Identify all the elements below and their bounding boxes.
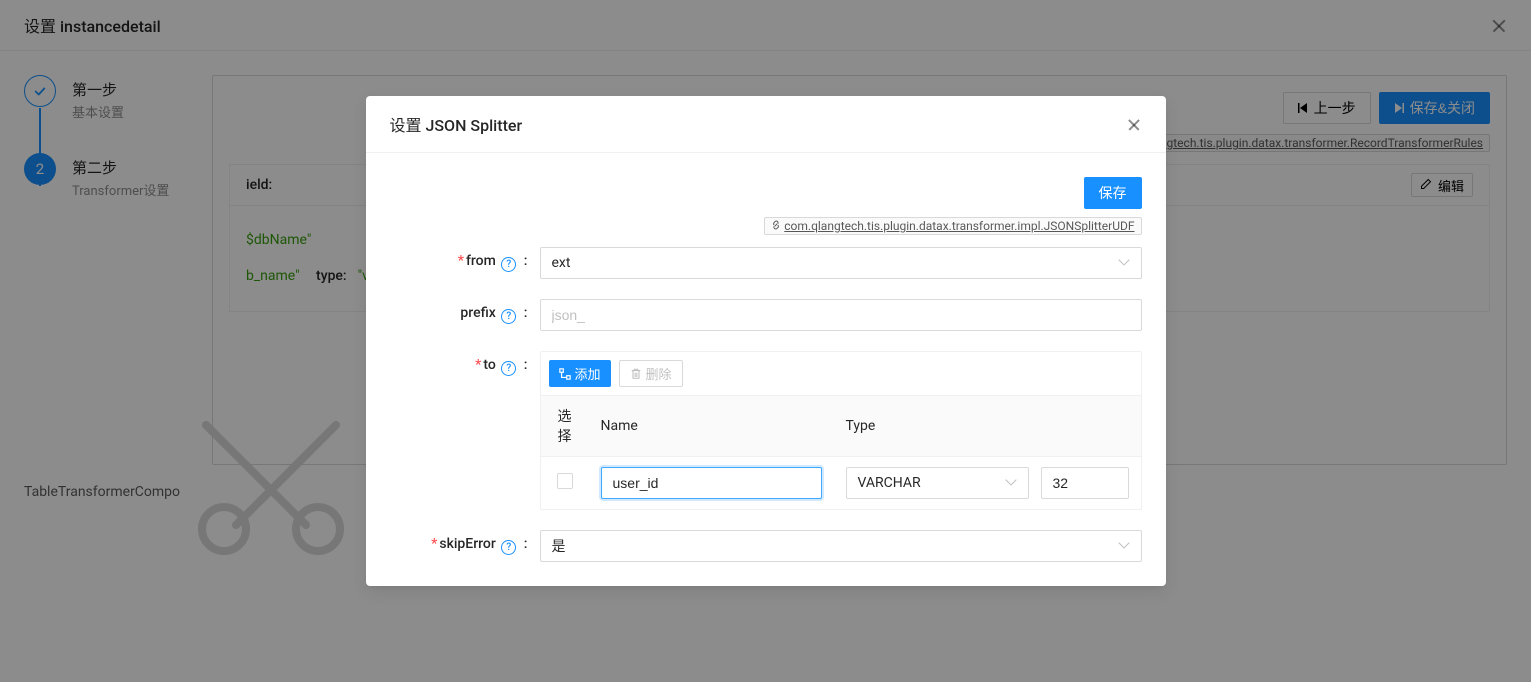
from-select[interactable]: ext xyxy=(540,247,1142,279)
delete-button[interactable]: 删除 xyxy=(619,360,683,387)
type-select[interactable]: VARCHAR xyxy=(846,467,1029,499)
chevron-down-icon xyxy=(1120,258,1130,268)
prefix-label: prefix ? : xyxy=(390,299,540,324)
row-checkbox[interactable] xyxy=(557,473,573,489)
prefix-input[interactable] xyxy=(540,299,1142,331)
class-link[interactable]: com.qlangtech.tis.plugin.datax.transform… xyxy=(764,217,1141,235)
col-type: Type xyxy=(834,396,1141,457)
to-table: 选择 Name Type xyxy=(541,395,1141,509)
save-button[interactable]: 保存 xyxy=(1084,177,1142,209)
col-select: 选择 xyxy=(541,396,589,457)
help-icon[interactable]: ? xyxy=(501,540,516,555)
chevron-down-icon xyxy=(1120,541,1130,551)
name-input[interactable] xyxy=(601,467,822,499)
to-label: *to ? : xyxy=(390,351,540,376)
help-icon[interactable]: ? xyxy=(501,309,516,324)
skiperror-label: *skipError ? : xyxy=(390,530,540,555)
size-input[interactable] xyxy=(1041,467,1129,499)
modal-title: 设置 JSON Splitter xyxy=(390,112,523,136)
help-icon[interactable]: ? xyxy=(501,257,516,272)
subnode-icon xyxy=(559,368,571,380)
trash-icon xyxy=(630,368,642,380)
json-splitter-modal: 设置 JSON Splitter 保存 com.qlangtech.tis.pl… xyxy=(366,96,1166,586)
table-row: VARCHAR xyxy=(541,457,1141,510)
col-name: Name xyxy=(589,396,834,457)
close-icon[interactable] xyxy=(1126,116,1142,132)
chevron-down-icon xyxy=(1007,478,1017,488)
from-label: *from ? : xyxy=(390,247,540,272)
link-icon xyxy=(771,219,781,233)
help-icon[interactable]: ? xyxy=(501,361,516,376)
skiperror-select[interactable]: 是 xyxy=(540,530,1142,562)
add-button[interactable]: 添加 xyxy=(549,360,611,387)
